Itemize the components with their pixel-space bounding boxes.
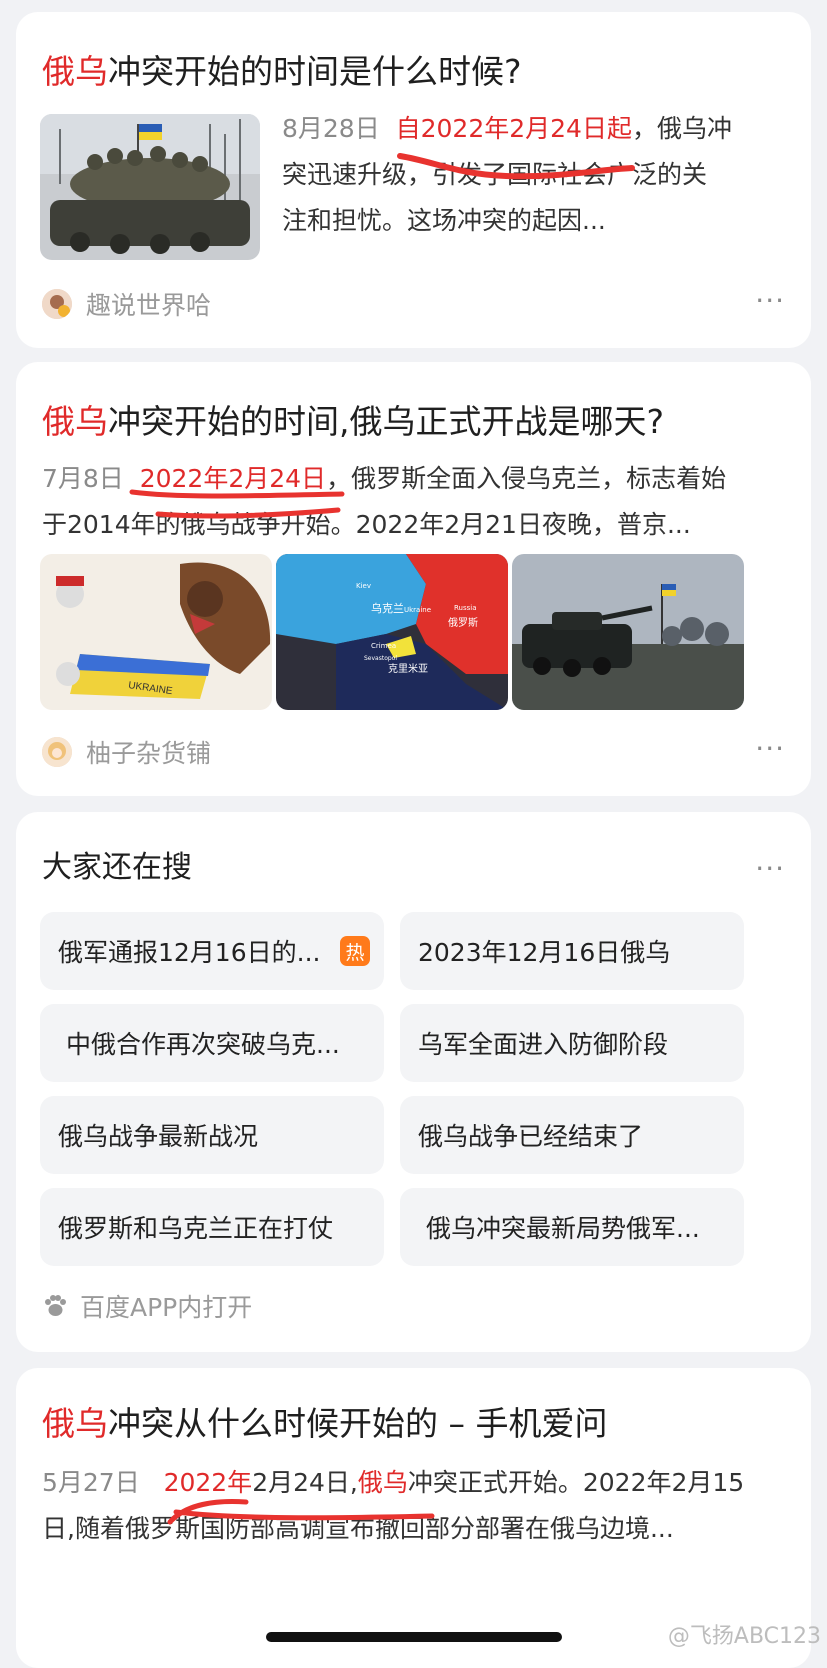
related-search-label: 乌军全面进入防御阶段 <box>418 1030 669 1059</box>
result-card-1[interactable]: 俄乌冲突开始的时间是什么时候? 8月28日 自2022年2月24日起，俄乌冲 突… <box>16 12 811 348</box>
home-indicator[interactable] <box>266 1632 562 1642</box>
map-label: Kiev <box>356 582 371 590</box>
watermark: @飞扬ABC123 <box>667 1624 821 1649</box>
result-card-2[interactable]: 俄乌冲突开始的时间,俄乌正式开战是哪天? 7月8日 2022年2月24日，俄罗斯… <box>16 362 811 796</box>
more-options-icon[interactable]: ··· <box>755 852 785 885</box>
title-text: 冲突从什么时候开始的 – 手机爱问 <box>108 1404 608 1443</box>
related-search-item[interactable]: 俄乌冲突最新局势俄军... <box>400 1188 744 1266</box>
map-label: Russia <box>454 604 477 612</box>
snippet-highlight: 2022年 <box>163 1468 253 1497</box>
result-title[interactable]: 俄乌冲突开始的时间,俄乌正式开战是哪天? <box>42 400 664 444</box>
open-in-app-link[interactable]: 百度APP内打开 <box>42 1288 252 1324</box>
title-keyword: 俄乌 <box>42 402 108 441</box>
map-label: 俄罗斯 <box>448 616 478 629</box>
more-options-icon[interactable]: ··· <box>755 284 785 317</box>
result-image-tanks[interactable] <box>512 554 744 710</box>
snippet-highlight: 俄乌 <box>357 1468 408 1497</box>
open-in-app-label: 百度APP内打开 <box>80 1293 253 1322</box>
result-thumbnail[interactable] <box>40 114 260 260</box>
related-search-item[interactable]: 2023年12月16日俄乌 <box>400 912 744 990</box>
result-image-cartoon[interactable]: UKRAINE <box>40 554 272 710</box>
related-title: 大家还在搜 <box>42 850 192 885</box>
related-search-item[interactable]: 乌军全面进入防御阶段 <box>400 1004 744 1082</box>
related-search-label: 俄罗斯和乌克兰正在打仗 <box>58 1214 334 1243</box>
title-keyword: 俄乌 <box>42 1404 108 1443</box>
result-snippet: 8月28日 自2022年2月24日起，俄乌冲 突迅速升级，引发了国际社会广泛的关… <box>282 106 782 244</box>
snippet-text: 冲突正式开始。2022年2月15 <box>407 1468 745 1497</box>
result-title[interactable]: 俄乌冲突开始的时间是什么时候? <box>42 50 522 94</box>
related-search-label: 俄乌冲突最新局势俄军... <box>426 1214 700 1243</box>
map-label: 乌克兰 <box>371 601 404 615</box>
result-date: 5月27日 <box>42 1468 140 1497</box>
result-source[interactable]: 趣说世界哈 <box>42 286 211 322</box>
result-snippet: 7月8日 2022年2月24日，俄罗斯全面入侵乌克兰，标志着始 于2014年的俄… <box>42 456 802 548</box>
map-label: Crimea <box>371 642 396 650</box>
result-title[interactable]: 俄乌冲突从什么时候开始的 – 手机爱问 <box>42 1402 607 1446</box>
result-source[interactable]: 柚子杂货铺 <box>42 734 211 770</box>
avatar <box>42 289 72 319</box>
snippet-highlight: 自2022年2月24日起 <box>395 114 632 143</box>
source-name: 柚子杂货铺 <box>86 739 212 768</box>
title-keyword: 俄乌 <box>42 52 108 91</box>
related-search-label: 2023年12月16日俄乌 <box>418 938 671 967</box>
related-search-item[interactable]: 俄乌战争最新战况 <box>40 1096 384 1174</box>
avatar <box>42 737 72 767</box>
related-search-label: 俄乌战争已经结束了 <box>418 1122 644 1151</box>
related-search-label: 俄乌战争最新战况 <box>58 1122 259 1151</box>
result-date: 7月8日 <box>42 464 124 493</box>
snippet-line: 注和担忧。这场冲突的起因... <box>282 206 606 235</box>
related-search-item[interactable]: 俄军通报12月16日的... 热 <box>40 912 384 990</box>
snippet-text: ，俄罗斯全面入侵乌克兰，标志着始 <box>326 464 727 493</box>
title-text: 冲突开始的时间是什么时候? <box>108 52 522 91</box>
related-search-item[interactable]: 中俄合作再次突破乌克... <box>40 1004 384 1082</box>
related-search-item[interactable]: 俄罗斯和乌克兰正在打仗 <box>40 1188 384 1266</box>
result-snippet: 5月27日 2022年2月24日,俄乌冲突正式开始。2022年2月15 日,随着… <box>42 1460 812 1552</box>
hot-badge: 热 <box>340 936 370 966</box>
related-search-label: 俄军通报12月16日的... <box>58 938 321 967</box>
related-search-label: 中俄合作再次突破乌克... <box>66 1030 340 1059</box>
snippet-text: ，俄乌冲 <box>631 114 732 143</box>
snippet-line: 日,随着俄罗斯国防部高调宣布撤回部分部署在俄乌边境... <box>42 1514 674 1543</box>
result-image-map[interactable]: 乌克兰 Ukraine Russia 俄罗斯 Kiev Crimea Sevas… <box>276 554 508 710</box>
map-label: Sevastopol <box>364 655 397 662</box>
source-name: 趣说世界哈 <box>86 291 212 320</box>
map-label: 克里米亚 <box>388 662 428 675</box>
map-label: Ukraine <box>404 606 431 614</box>
related-search-item[interactable]: 俄乌战争已经结束了 <box>400 1096 744 1174</box>
snippet-text: 2月24日, <box>252 1468 358 1497</box>
snippet-line: 突迅速升级，引发了国际社会广泛的关 <box>282 160 708 189</box>
title-text: 冲突开始的时间,俄乌正式开战是哪天? <box>108 402 665 441</box>
snippet-highlight: 2022年2月24日 <box>139 464 327 493</box>
result-date: 8月28日 <box>282 114 380 143</box>
paw-icon <box>42 1293 68 1319</box>
more-options-icon[interactable]: ··· <box>755 732 785 765</box>
snippet-line: 于2014年的俄乌战争开始。2022年2月21日夜晚，普京... <box>42 510 691 539</box>
related-searches-card: 大家还在搜 ··· 俄军通报12月16日的... 热 2023年12月16日俄乌… <box>16 812 811 1352</box>
